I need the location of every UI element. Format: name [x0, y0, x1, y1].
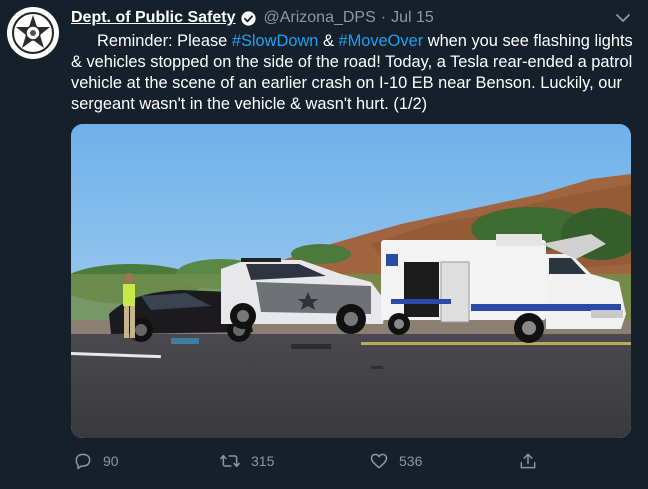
tweet-text-part: &	[318, 32, 339, 50]
tweet-actions: 90 315 536	[0, 450, 648, 472]
chevron-down-icon[interactable]	[613, 8, 633, 28]
tweet-photo[interactable]	[71, 124, 631, 438]
share-button[interactable]	[518, 450, 548, 472]
retweet-count: 315	[251, 453, 275, 469]
retweet-icon	[220, 454, 240, 468]
author-name[interactable]: Dept. of Public Safety	[71, 9, 235, 27]
retweet-button[interactable]: 315	[219, 450, 274, 472]
separator-dot: ·	[380, 9, 387, 26]
share-icon	[520, 453, 536, 469]
tweet-text: Reminder: Please #SlowDown & #MoveOver w…	[71, 31, 637, 115]
reply-button[interactable]: 90	[73, 450, 119, 472]
tweet-timestamp[interactable]: Jul 15	[391, 9, 434, 27]
verified-badge-icon	[241, 10, 257, 26]
like-count: 536	[399, 453, 423, 469]
hashtag-link[interactable]: #MoveOver	[338, 32, 423, 50]
author-handle[interactable]: @Arizona_DPS	[263, 9, 375, 27]
reply-count: 90	[103, 453, 119, 469]
tweet-text-part: Reminder: Please	[97, 32, 232, 50]
heart-icon	[370, 453, 388, 469]
hashtag-link[interactable]: #SlowDown	[232, 32, 319, 50]
reply-icon	[75, 453, 91, 470]
avatar[interactable]	[7, 7, 59, 59]
like-button[interactable]: 536	[369, 450, 422, 472]
dps-badge-icon	[8, 8, 58, 58]
crash-scene-image	[71, 124, 631, 438]
tweet-header: Dept. of Public Safety @Arizona_DPS · Ju…	[71, 8, 434, 28]
